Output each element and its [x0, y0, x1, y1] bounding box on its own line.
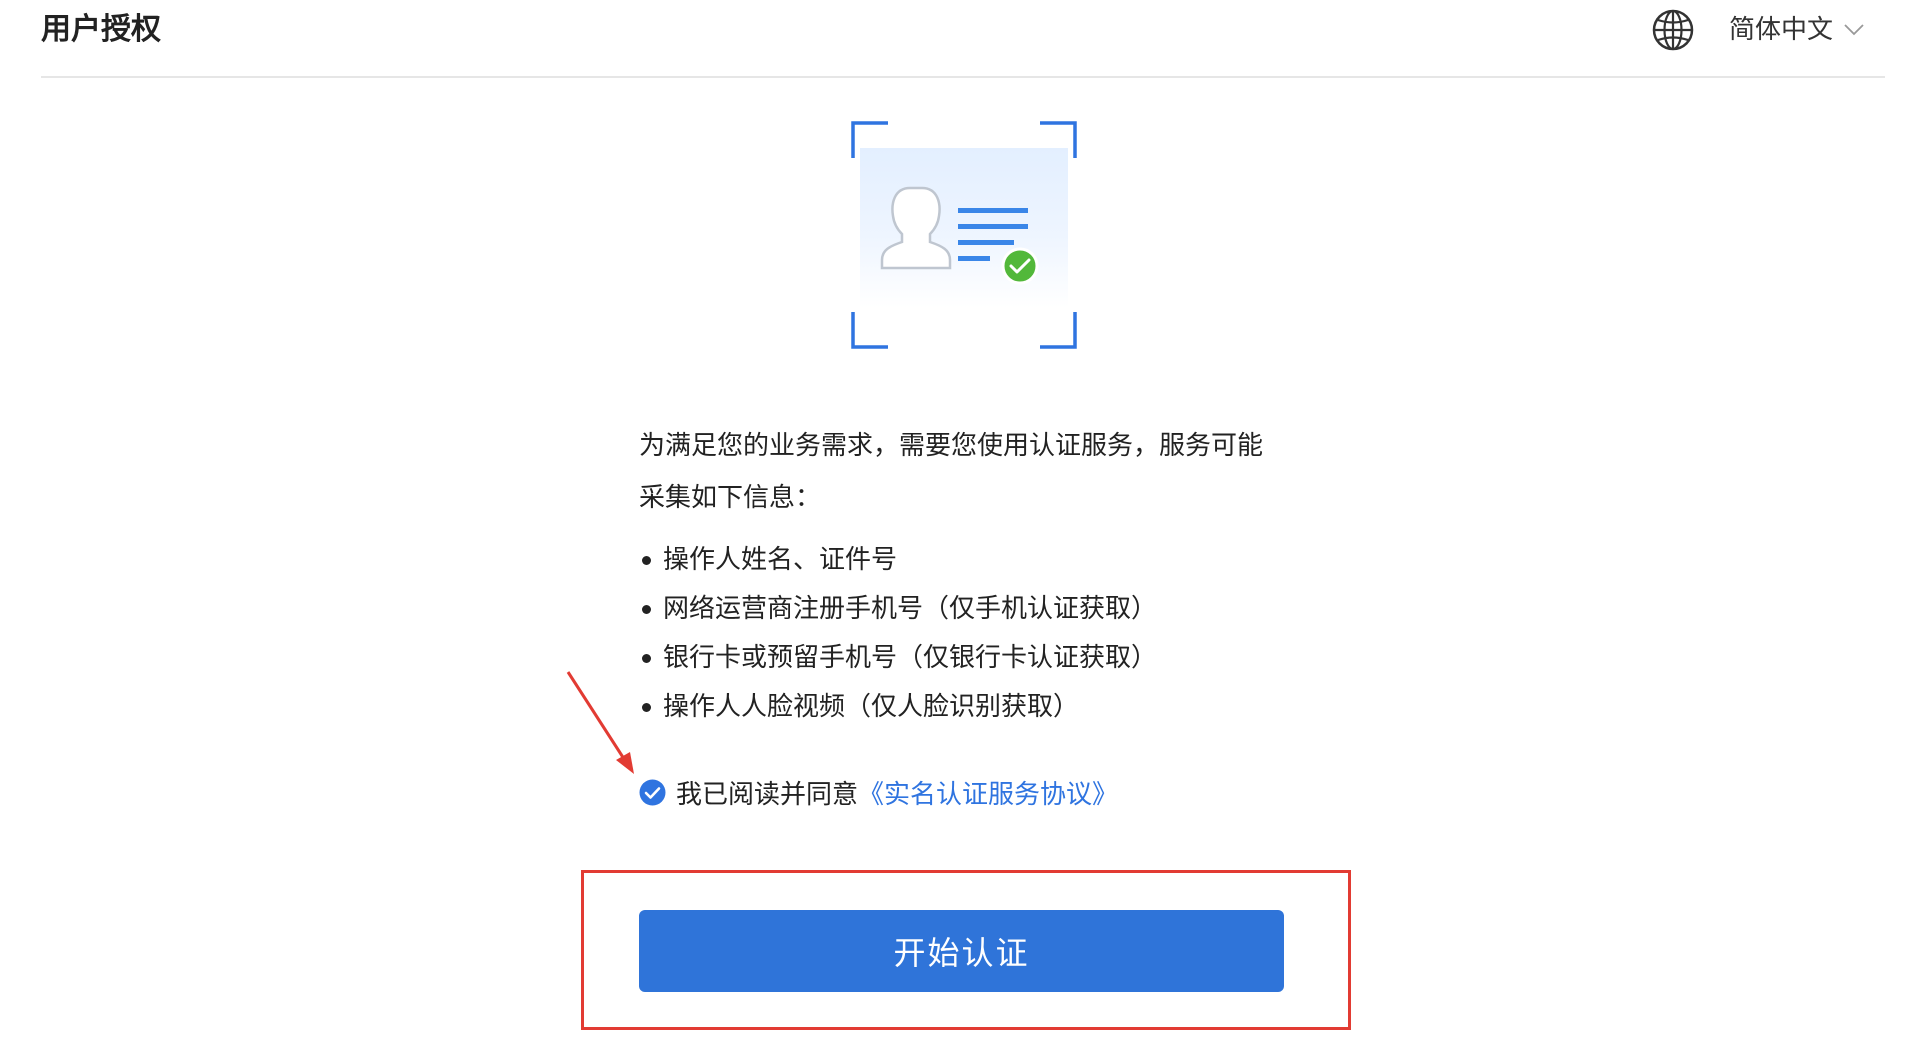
list-item-text: 操作人人脸视频（仅人脸识别获取）: [663, 692, 1080, 722]
language-label: 简体中文: [1728, 15, 1833, 45]
list-item-text: 网络运营商注册手机号（仅手机认证获取）: [663, 594, 1158, 624]
intro-line-1: 为满足您的业务需求，需要您使用认证服务，服务可能: [639, 431, 1264, 461]
list-item: 银行卡或预留手机号（仅银行卡认证获取）: [639, 634, 1299, 683]
list-item: 网络运营商注册手机号（仅手机认证获取）: [639, 585, 1299, 634]
list-item-text: 操作人姓名、证件号: [663, 545, 898, 575]
info-section: 为满足您的业务需求，需要您使用认证服务，服务可能 采集如下信息： 操作人姓名、证…: [639, 420, 1299, 732]
list-item-text: 银行卡或预留手机号（仅银行卡认证获取）: [663, 643, 1158, 673]
page-title: 用户授权: [41, 12, 161, 47]
intro-line-2: 采集如下信息：: [639, 483, 822, 513]
agreement-link[interactable]: 《实名认证服务协议》: [858, 774, 1118, 811]
list-item: 操作人姓名、证件号: [639, 536, 1299, 585]
language-switcher[interactable]: 简体中文: [1651, 6, 1865, 54]
start-verification-button[interactable]: 开始认证: [639, 910, 1284, 992]
checkbox-checked-icon[interactable]: [639, 779, 666, 806]
agreement-row: 我已阅读并同意 《实名认证服务协议》: [639, 772, 1118, 812]
id-card-verified-icon: [851, 121, 1077, 349]
bullet-icon: [642, 703, 651, 712]
user-authorization-page: 用户授权 简体中文 为满足您的业务需求，需要您使用认证服务，服务可能 采集如下信…: [0, 0, 1920, 1052]
header: 用户授权 简体中文: [41, 0, 1885, 78]
collected-info-list: 操作人姓名、证件号 网络运营商注册手机号（仅手机认证获取） 银行卡或预留手机号（…: [639, 536, 1299, 732]
annotation-arrow-icon: [566, 671, 634, 774]
bullet-icon: [642, 556, 651, 565]
chevron-down-icon: [1844, 24, 1864, 36]
bullet-icon: [642, 654, 651, 663]
list-item: 操作人人脸视频（仅人脸识别获取）: [639, 683, 1299, 732]
globe-icon: [1652, 9, 1694, 51]
agreement-prefix: 我已阅读并同意: [676, 779, 859, 810]
bullet-icon: [642, 605, 651, 614]
